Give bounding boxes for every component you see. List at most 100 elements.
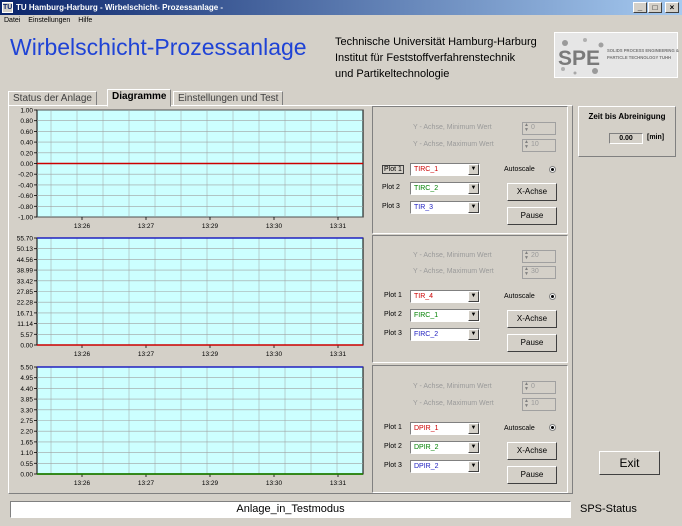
app-icon: TU <box>2 2 13 13</box>
minimize-button[interactable]: _ <box>633 2 647 13</box>
plot-1-select[interactable]: TIR_4 ▼ <box>410 290 480 303</box>
x-tick-label: 13:30 <box>266 351 283 358</box>
y-tick-label: 4.40 <box>20 386 33 393</box>
x-tick-label: 13:27 <box>138 480 155 487</box>
plot-3-select[interactable]: TIR_3 ▼ <box>410 201 480 214</box>
y-tick-label: 1.10 <box>20 450 33 457</box>
y-tick-label: 5.50 <box>20 365 33 372</box>
tab-status-der-anlage[interactable]: Status der Anlage <box>8 91 97 106</box>
tab-einstellungen-und-test[interactable]: Einstellungen und Test <box>173 91 284 106</box>
plot-1-label: Plot 1 <box>384 424 402 431</box>
ymin-label: Y - Achse, Minimum Wert <box>413 383 492 390</box>
plot-2-label: Plot 2 <box>382 184 400 191</box>
spe-logo: SPE SOLIDS PROCESS ENGINEERING & PARTICL… <box>554 32 679 78</box>
ymin-stepper[interactable]: ▲ ▼ 20 <box>522 250 556 263</box>
ymax-label: Y - Achse, Maximum Wert <box>413 400 494 407</box>
autoscale-radio[interactable] <box>549 424 556 431</box>
y-tick-label: 33.42 <box>17 278 34 285</box>
plot-3-select[interactable]: DPIR_2 ▼ <box>410 460 480 473</box>
plot-1-label: Plot 1 <box>384 292 402 299</box>
plot-1-select[interactable]: TIRC_1 ▼ <box>410 163 480 176</box>
autoscale-label: Autoscale <box>504 166 535 173</box>
cleaning-time-unit: [min] <box>647 134 665 141</box>
x-tick-label: 13:29 <box>202 351 219 358</box>
pause-button[interactable]: Pause <box>507 207 557 225</box>
y-tick-label: -0.40 <box>18 182 33 189</box>
menu-hilfe[interactable]: Hilfe <box>78 17 92 24</box>
y-tick-label: -0.60 <box>18 193 33 200</box>
institution-line-1: Technische Universität Hamburg-Harburg <box>335 36 537 48</box>
x-achse-button[interactable]: X-Achse <box>507 310 557 328</box>
x-tick-label: 13:26 <box>74 480 91 487</box>
ymin-stepper[interactable]: ▲ ▼ 0 <box>522 381 556 394</box>
plot-1-select[interactable]: DPIR_1 ▼ <box>410 422 480 435</box>
y-tick-label: -0.80 <box>18 204 33 211</box>
chart-3: 5.50 4.95 4.40 3.85 3.30 2.75 2.20 1.65 1.10 0.55… <box>9 364 367 493</box>
page-title: Wirbelschicht-Prozessanlage <box>10 34 307 60</box>
svg-text:SPE: SPE <box>558 47 600 70</box>
x-tick-label: 13:31 <box>330 480 347 487</box>
ymax-stepper[interactable]: ▲ ▼ 30 <box>522 266 556 279</box>
x-tick-label: 13:29 <box>202 480 219 487</box>
pause-button[interactable]: Pause <box>507 466 557 484</box>
plot-1-label: Plot 1 <box>382 165 404 174</box>
plot-2-select[interactable]: DPIR_2 ▼ <box>410 441 480 454</box>
y-tick-label: -1.00 <box>18 215 33 222</box>
y-tick-label: -0.20 <box>18 172 33 179</box>
autoscale-label: Autoscale <box>504 293 535 300</box>
institution-line-3: und Partikeltechnologie <box>335 68 450 80</box>
plot-control-panel-3: Y - Achse, Minimum Wert ▲ ▼ 0 Y - Achse, M… <box>372 365 568 493</box>
plot-2-select[interactable]: TIRC_2 ▼ <box>410 182 480 195</box>
y-tick-label: 22.28 <box>17 300 34 307</box>
plot-control-panel-2: Y - Achse, Minimum Wert ▲ ▼ 20 Y - Achse, … <box>372 235 568 363</box>
cleaning-time-label: Zeit bis Abreinigung <box>588 112 666 121</box>
autoscale-radio[interactable] <box>549 166 556 173</box>
ymin-stepper[interactable]: ▲ ▼ 0 <box>522 122 556 135</box>
y-tick-label: 0.00 <box>20 343 33 350</box>
x-achse-button[interactable]: X-Achse <box>507 442 557 460</box>
close-button[interactable]: × <box>665 2 679 13</box>
exit-button[interactable]: Exit <box>599 451 660 475</box>
svg-text:SOLIDS PROCESS ENGINEERING &: SOLIDS PROCESS ENGINEERING & <box>607 48 679 53</box>
maximize-button[interactable]: □ <box>648 2 662 13</box>
y-tick-label: 44.56 <box>17 257 34 264</box>
y-tick-label: 0.80 <box>20 118 33 125</box>
plot-2-select[interactable]: FIRC_1 ▼ <box>410 309 480 322</box>
x-tick-label: 13:27 <box>138 351 155 358</box>
y-tick-label: 5.57 <box>20 332 33 339</box>
x-tick-label: 13:27 <box>138 223 155 230</box>
ymin-label: Y - Achse, Minimum Wert <box>413 124 492 131</box>
y-tick-label: 2.20 <box>20 429 33 436</box>
pause-button[interactable]: Pause <box>507 334 557 352</box>
y-tick-label: 1.65 <box>20 439 33 446</box>
menu-einstellungen[interactable]: Einstellungen <box>28 17 70 24</box>
x-tick-label: 13:30 <box>266 480 283 487</box>
plot-control-panel-1: Y - Achse, Minimum Wert ▲ ▼ 0 Y - Achse, M… <box>372 106 568 234</box>
menubar: Datei Einstellungen Hilfe <box>0 15 682 26</box>
tab-diagramme[interactable]: Diagramme <box>107 89 172 107</box>
y-tick-label: 0.00 <box>20 472 33 479</box>
chart-2: 55.70 50.13 44.56 38.99 33.42 27.85 22.28 16.71… <box>9 235 367 364</box>
chart-1: 1.00 0.80 0.60 0.40 0.20 0.00 -0.20 -0.40 -0.60 -… <box>9 107 367 236</box>
x-tick-label: 13:31 <box>330 351 347 358</box>
plot-3-label: Plot 3 <box>382 203 400 210</box>
autoscale-radio[interactable] <box>549 293 556 300</box>
y-tick-label: 27.85 <box>17 289 34 296</box>
plot-3-label: Plot 3 <box>384 330 402 337</box>
menu-datei[interactable]: Datei <box>4 17 20 24</box>
institution-line-2: Institut für Feststoffverfahrenstechnik <box>335 52 516 64</box>
x-tick-label: 13:30 <box>266 223 283 230</box>
y-tick-label: 16.71 <box>17 310 34 317</box>
plot-2-label: Plot 2 <box>384 443 402 450</box>
x-tick-label: 13:26 <box>74 351 91 358</box>
x-achse-button[interactable]: X-Achse <box>507 183 557 201</box>
ymax-stepper[interactable]: ▲ ▼ 10 <box>522 398 556 411</box>
y-tick-label: 3.30 <box>20 407 33 414</box>
window-titlebar[interactable]: TU Hamburg-Harburg - Wirbelschicht- Proz… <box>0 0 682 15</box>
sps-status-label: SPS-Status <box>580 503 637 515</box>
ymax-stepper[interactable]: ▲ ▼ 10 <box>522 139 556 152</box>
plot-3-select[interactable]: FIRC_2 ▼ <box>410 328 480 341</box>
y-tick-label: 0.40 <box>20 140 33 147</box>
y-tick-label: 38.99 <box>17 268 34 275</box>
y-tick-label: 0.00 <box>20 161 33 168</box>
